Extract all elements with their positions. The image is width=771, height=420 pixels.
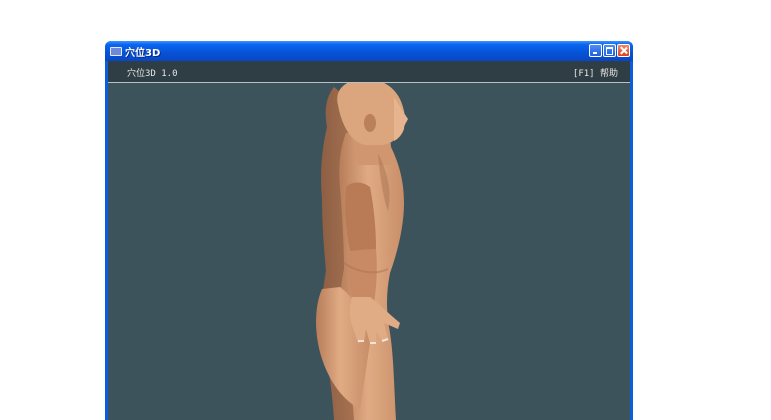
title-bar[interactable]: 穴位3D [105,41,633,61]
ear [364,114,376,132]
window-title: 穴位3D [125,47,161,59]
help-hint-label: [F1] 帮助 [572,69,618,79]
forearm [349,249,377,305]
caption-buttons [589,44,630,57]
info-bar: 穴位3D 1.0 [F1] 帮助 [108,61,630,83]
human-model[interactable] [108,83,630,420]
maximize-button[interactable] [603,44,616,57]
app-version-label: 穴位3D 1.0 [127,69,178,79]
client-area: 穴位3D 1.0 [F1] 帮助 [108,61,630,420]
hand [349,297,400,343]
desktop: 穴位3D 穴位3D 1.0 [F1] 帮助 [0,0,771,420]
app-icon[interactable] [110,46,122,56]
3d-viewport[interactable] [108,83,630,420]
minimize-button[interactable] [589,44,602,57]
app-window: 穴位3D 穴位3D 1.0 [F1] 帮助 [105,41,633,420]
close-button[interactable] [617,44,630,57]
